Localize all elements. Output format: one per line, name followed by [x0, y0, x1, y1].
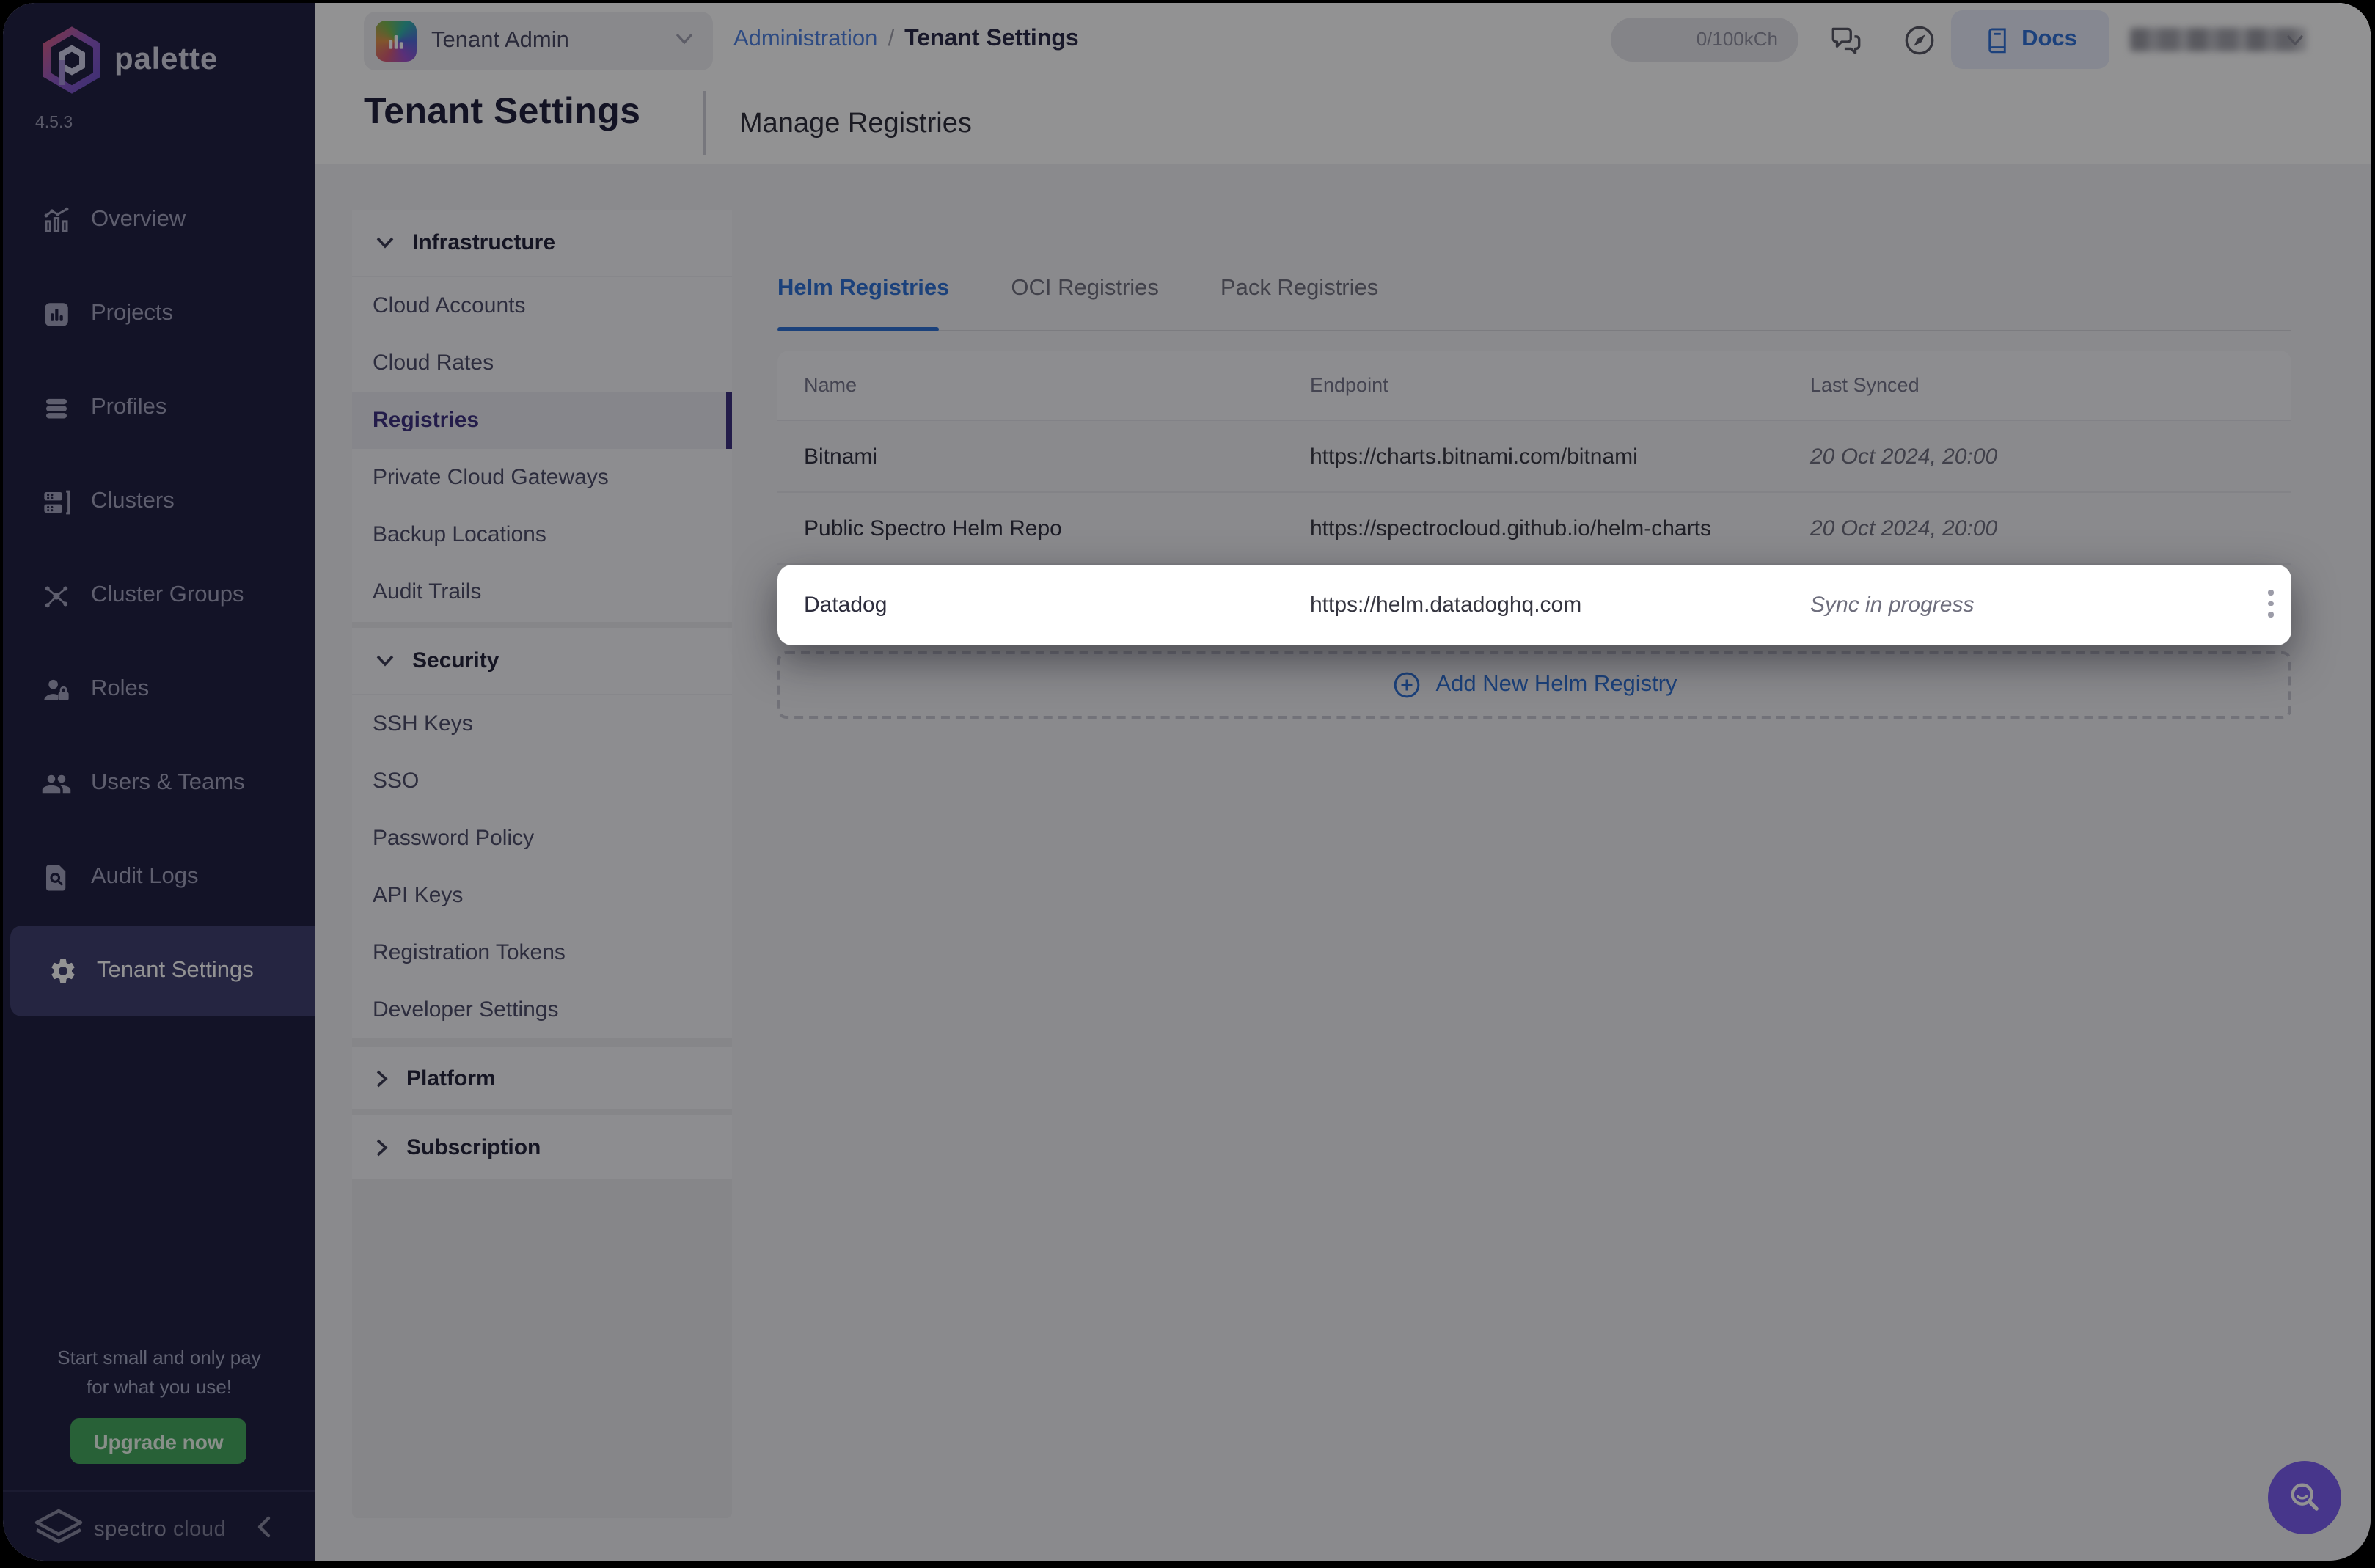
spotlight-overlay: [3, 3, 2371, 1561]
table-row-highlighted-datadog[interactable]: Datadog https://helm.datadoghq.com Sync …: [777, 565, 2291, 645]
registry-endpoint: https://helm.datadoghq.com: [1310, 565, 1581, 645]
registry-sync-status: Sync in progress: [1810, 565, 1974, 645]
registry-name: Datadog: [804, 565, 887, 645]
app-window: palette 4.5.3 Overview Projects Profiles…: [3, 3, 2371, 1561]
screen: palette 4.5.3 Overview Projects Profiles…: [0, 0, 2375, 1568]
row-actions-kebab-icon[interactable]: [2268, 590, 2274, 617]
